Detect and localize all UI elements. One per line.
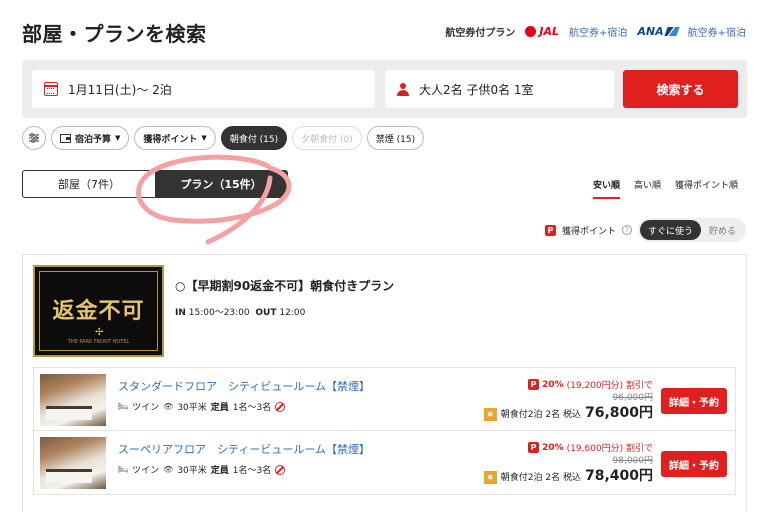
plan-image-ornament: ✢ xyxy=(95,327,104,338)
guest-value: 大人2名 子供0名 1室 xyxy=(419,82,534,97)
result-tabs: 部屋（7件） プラン（15件） xyxy=(22,170,288,198)
filter-points[interactable]: 獲得ポイント ▼ xyxy=(134,126,216,150)
points-use-now[interactable]: すぐに使う xyxy=(639,220,701,240)
detail-reserve-button[interactable]: 詳細・予約 xyxy=(661,388,727,414)
filter-bar: 宿泊予算 ▼ 獲得ポイント ▼ 朝食付 (15) 夕朝食付 (0) 禁煙 (15… xyxy=(22,126,425,150)
room-photo[interactable] xyxy=(40,374,106,426)
room-specs: 🛏 ツイン 👁 30平米 定員 1名〜3名 xyxy=(118,463,286,476)
jal-link[interactable]: JAL xyxy=(525,25,559,38)
room-photo[interactable] xyxy=(40,437,106,489)
hand-drawn-circle-annotation xyxy=(136,154,292,245)
person-icon xyxy=(397,82,409,96)
breakfast-icon: ✸ xyxy=(483,408,497,421)
points-label: 獲得ポイント xyxy=(561,226,616,237)
filter-breakfast[interactable]: 朝食付 (15) xyxy=(220,126,288,150)
bed-icon: 🛏 xyxy=(118,465,129,474)
room-row: スタンダードフロア シティビュールーム【禁煙】 🛏 ツイン 👁 30平米 定員 … xyxy=(33,367,736,431)
sort-expensive[interactable]: 高い順 xyxy=(634,178,661,199)
plan-image-caption: THE PARK FRONT HOTEL xyxy=(67,339,130,345)
plan-card: 返金不可 ✢ THE PARK FRONT HOTEL ○【早期割90返金不可】… xyxy=(22,254,747,512)
ana-sub[interactable]: 航空券+宿泊 xyxy=(688,24,746,39)
plan-checkin-out: IN 15:00〜23:00 OUT 12:00 xyxy=(175,308,306,318)
detail-reserve-button[interactable]: 詳細・予約 xyxy=(661,451,727,477)
plan-image[interactable]: 返金不可 ✢ THE PARK FRONT HOTEL xyxy=(33,265,164,357)
ana-wing-icon xyxy=(663,27,680,36)
sort-options: 安い順 高い順 獲得ポイント順 xyxy=(592,178,738,199)
room-name-link[interactable]: スーペリアフロア シティービュールーム【禁煙】 xyxy=(118,441,370,457)
points-control: P 獲得ポイント ? すぐに使う 貯める xyxy=(544,218,746,242)
date-field[interactable]: 1月11日(土)〜 2泊 xyxy=(32,70,375,108)
filter-nonsmoking[interactable]: 禁煙 (15) xyxy=(366,126,425,150)
guest-field[interactable]: 大人2名 子供0名 1室 xyxy=(385,70,614,108)
filter-budget[interactable]: 宿泊予算 ▼ xyxy=(51,126,130,150)
date-value: 1月11日(土)〜 2泊 xyxy=(68,82,172,97)
points-toggle[interactable]: すぐに使う 貯める xyxy=(637,218,746,242)
tab-rooms[interactable]: 部屋（7件） xyxy=(23,171,155,197)
view-icon: 👁 xyxy=(163,402,174,411)
price-block: ✸ 朝食付2泊 2名 税込 78,400円 xyxy=(483,465,653,485)
chevron-down-icon: ▼ xyxy=(115,134,121,142)
filter-dinner-breakfast: 夕朝食付 (0) xyxy=(292,126,362,150)
plan-title: ○【早期割90返金不可】朝食付きプラン xyxy=(175,279,395,293)
sliders-icon xyxy=(29,133,39,143)
no-smoking-icon xyxy=(275,464,286,475)
chevron-down-icon: ▼ xyxy=(201,134,207,142)
points-icon: P xyxy=(528,379,540,390)
no-smoking-icon xyxy=(275,401,286,412)
tab-plans[interactable]: プラン（15件） xyxy=(155,171,287,197)
points-icon: P xyxy=(528,442,540,453)
room-specs: 🛏 ツイン 👁 30平米 定員 1名〜3名 xyxy=(118,400,286,413)
filter-budget-label: 宿泊予算 xyxy=(75,134,112,145)
radio-circle-icon: ○ xyxy=(175,279,186,293)
search-button[interactable]: 検索する xyxy=(623,70,738,108)
sort-cheap[interactable]: 安い順 xyxy=(592,178,620,199)
plan-image-text: 返金不可 xyxy=(52,298,145,324)
air-plan-label: 航空券付プラン xyxy=(445,28,516,39)
bed-icon: 🛏 xyxy=(118,402,129,411)
jal-sub[interactable]: 航空券+宿泊 xyxy=(569,24,627,39)
wallet-icon xyxy=(60,133,71,143)
price-value: 78,400円 xyxy=(584,468,653,484)
points-save[interactable]: 貯める xyxy=(701,220,744,240)
room-name-link[interactable]: スタンダードフロア シティビュールーム【禁煙】 xyxy=(118,378,370,394)
jal-crane-icon xyxy=(525,26,537,37)
jal-logo: JAL xyxy=(539,25,559,38)
breakfast-icon: ✸ xyxy=(483,471,497,484)
points-icon: P xyxy=(544,224,556,236)
price-value: 76,800円 xyxy=(584,405,653,421)
room-row: スーペリアフロア シティービュールーム【禁煙】 🛏 ツイン 👁 30平米 定員 … xyxy=(33,431,736,495)
help-icon[interactable]: ? xyxy=(621,225,632,235)
air-plan-links: 航空券付プラン JAL 航空券+宿泊 ANA 航空券+宿泊 xyxy=(445,24,746,39)
filter-settings-button[interactable] xyxy=(22,126,46,150)
price-block: ✸ 朝食付2泊 2名 税込 76,800円 xyxy=(483,402,653,422)
ana-link[interactable]: ANA xyxy=(637,25,680,38)
search-bar: 1月11日(土)〜 2泊 大人2名 子供0名 1室 検索する xyxy=(22,60,747,118)
ana-logo: ANA xyxy=(637,25,664,38)
page-title: 部屋・プランを検索 xyxy=(22,22,207,46)
filter-points-label: 獲得ポイント xyxy=(143,134,198,145)
sort-points[interactable]: 獲得ポイント順 xyxy=(675,178,738,199)
calendar-icon xyxy=(44,82,58,96)
view-icon: 👁 xyxy=(163,465,174,474)
